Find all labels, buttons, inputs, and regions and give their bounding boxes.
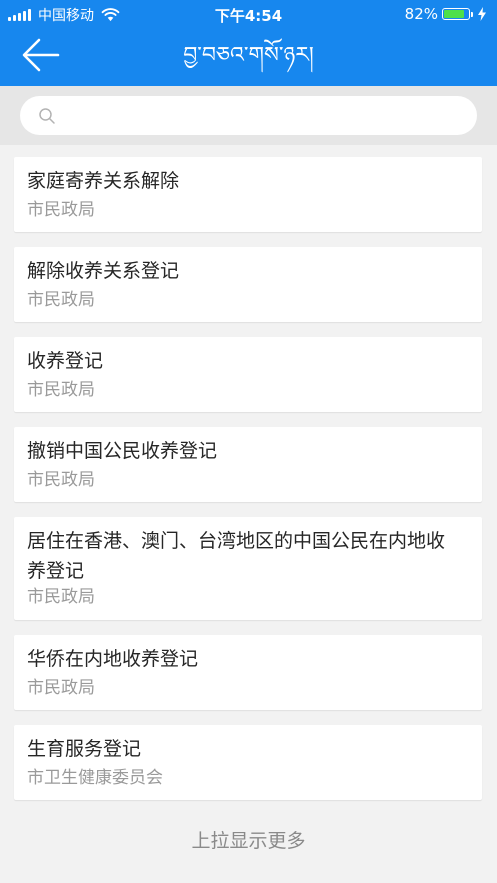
service-title: 收养登记	[27, 350, 104, 372]
search-input[interactable]	[64, 105, 477, 126]
load-more-hint[interactable]: 上拉显示更多	[0, 826, 497, 853]
search-icon	[39, 107, 55, 124]
list-item[interactable]: 收养登记 市民政局	[14, 337, 482, 412]
service-department: 市民政局	[27, 380, 95, 400]
service-department: 市卫生健康委员会	[27, 768, 163, 788]
service-department: 市民政局	[27, 200, 95, 220]
status-bar: 中国移动 下午4:54 82%	[0, 0, 497, 28]
list-item[interactable]: 生育服务登记 市卫生健康委员会	[14, 725, 482, 800]
list-item[interactable]: 解除收养关系登记 市民政局	[14, 247, 482, 322]
app-header: 中国移动 下午4:54 82% བྱ་བཅའ་གསོ་ཉར།	[0, 0, 497, 86]
service-title: 撤销中国公民收养登记	[27, 440, 218, 462]
list-item[interactable]: 居住在香港、澳门、台湾地区的中国公民在内地收养登记 市民政局	[14, 517, 482, 620]
battery-percent: 82%	[404, 5, 438, 23]
service-department: 市民政局	[27, 470, 95, 490]
service-title: 解除收养关系登记	[27, 260, 180, 282]
search-area	[0, 86, 497, 145]
battery-fill	[444, 10, 464, 18]
service-title: 华侨在内地收养登记	[27, 648, 199, 670]
list-item[interactable]: 撤销中国公民收养登记 市民政局	[14, 427, 482, 502]
search-box[interactable]	[20, 96, 477, 135]
page-title: བྱ་བཅའ་གསོ་ཉར།	[183, 43, 314, 68]
service-title: 生育服务登记	[27, 738, 142, 760]
service-department: 市民政局	[27, 678, 95, 698]
list-item[interactable]: 家庭寄养关系解除 市民政局	[14, 157, 482, 232]
list-item[interactable]: 华侨在内地收养登记 市民政局	[14, 635, 482, 710]
battery-icon	[442, 8, 470, 20]
navigation-bar: བྱ་བཅའ་གསོ་ཉར།	[0, 28, 497, 86]
battery-cap	[471, 11, 473, 17]
charging-bolt-icon	[478, 7, 486, 21]
service-department: 市民政局	[27, 290, 95, 310]
service-department: 市民政局	[27, 587, 95, 607]
status-right: 82%	[405, 5, 487, 23]
service-title: 家庭寄养关系解除	[27, 170, 180, 192]
service-title: 居住在香港、澳门、台湾地区的中国公民在内地收养登记	[27, 530, 446, 582]
